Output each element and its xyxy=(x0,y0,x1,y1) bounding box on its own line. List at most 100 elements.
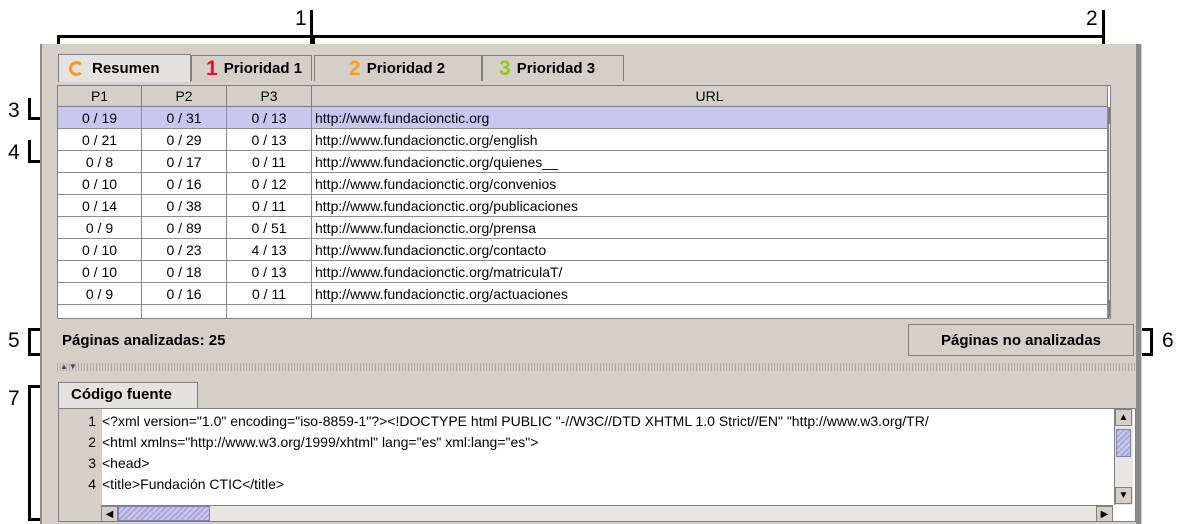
callout-7: 7 xyxy=(8,387,20,410)
cell-p2: 0 / 16 xyxy=(142,283,227,305)
cell-url: http://www.fundacionctic.org/quienes__ xyxy=(312,151,1108,173)
scroll-right-button[interactable]: ▶ xyxy=(1096,506,1113,521)
line-text: <html xmlns="http://www.w3.org/1999/xhtm… xyxy=(102,434,539,450)
cell-url: http://www.fundacionctic.org/publicacion… xyxy=(312,195,1108,217)
scroll-thumb[interactable] xyxy=(1110,125,1111,193)
cell-p1: 0 / 19 xyxy=(58,107,142,129)
pages-analyzed-label: Páginas analizadas: 25 xyxy=(62,332,226,349)
table-row[interactable]: 0 / 8 0 / 17 0 / 11 http://www.fundacion… xyxy=(58,151,1110,173)
code-line: 1 <?xml version="1.0" encoding="iso-8859… xyxy=(59,411,1099,432)
cell-p1: 0 / 10 xyxy=(58,261,142,283)
split-pane-divider[interactable] xyxy=(57,363,1136,371)
cell-p2: 0 / 31 xyxy=(142,107,227,129)
cell-p2: 0 / 16 xyxy=(142,173,227,195)
cell-p2: 0 / 89 xyxy=(142,217,227,239)
line-number: 1 xyxy=(88,413,96,429)
code-vertical-scrollbar[interactable]: ▲ ▼ xyxy=(1114,409,1133,505)
cell-p3: 0 / 11 xyxy=(227,195,312,217)
priority-1-number: 1 xyxy=(206,57,218,80)
cell-p2 xyxy=(142,305,227,318)
table-row[interactable]: 0 / 9 0 / 16 0 / 11 http://www.fundacion… xyxy=(58,283,1110,305)
column-header-url[interactable]: URL xyxy=(312,86,1108,107)
scroll-thumb[interactable] xyxy=(1116,429,1131,457)
line-number: 2 xyxy=(88,434,96,450)
column-header-p3[interactable]: P3 xyxy=(227,86,312,107)
cell-url: http://www.fundacionctic.org/convenios xyxy=(312,173,1108,195)
cell-url: http://www.fundacionctic.org xyxy=(312,107,1108,129)
scroll-up-button[interactable]: ▲ xyxy=(1109,107,1110,124)
cell-p3: 0 / 13 xyxy=(227,129,312,151)
line-text: <?xml version="1.0" encoding="iso-8859-1… xyxy=(102,413,929,429)
table-row[interactable]: 0 / 9 0 / 89 0 / 51 http://www.fundacion… xyxy=(58,217,1110,239)
callout-2-stem xyxy=(1102,10,1105,36)
cell-p2: 0 / 17 xyxy=(142,151,227,173)
scroll-left-button[interactable]: ◀ xyxy=(101,506,118,521)
tab-resumen[interactable]: Resumen xyxy=(58,54,191,82)
tab-prioridad-3[interactable]: 3 Prioridad 3 xyxy=(482,55,624,81)
tab-label: Prioridad 2 xyxy=(366,60,446,77)
callout-5-bracket xyxy=(28,328,31,356)
cell-url: http://www.fundacionctic.org/actuaciones xyxy=(312,283,1108,305)
tab-prioridad-1[interactable]: 1 Prioridad 1 xyxy=(191,55,312,81)
scroll-down-button[interactable]: ▼ xyxy=(1115,487,1132,504)
table-row[interactable]: 0 / 21 0 / 29 0 / 13 http://www.fundacio… xyxy=(58,129,1110,151)
callout-4-stem xyxy=(28,140,31,162)
priority-3-number: 3 xyxy=(499,57,511,80)
cell-p3: 0 / 11 xyxy=(227,151,312,173)
tab-codigo-fuente[interactable]: Código fuente xyxy=(58,382,198,408)
table-row[interactable]: 0 / 10 0 / 18 0 / 13 http://www.fundacio… xyxy=(58,261,1110,283)
cell-p3: 0 / 13 xyxy=(227,107,312,129)
table-vertical-scrollbar[interactable]: ▲ ▼ xyxy=(1108,107,1111,318)
refresh-icon xyxy=(69,61,84,76)
table-row[interactable]: 0 / 10 0 / 16 0 / 12 http://www.fundacio… xyxy=(58,173,1110,195)
cell-url: http://www.fundacionctic.org/english xyxy=(312,129,1108,151)
column-header-p1[interactable]: P1 xyxy=(58,86,142,107)
tab-prioridad-2[interactable]: 2 Prioridad 2 xyxy=(314,55,482,81)
cell-url: http://www.fundacionctic.org/matriculaT/ xyxy=(312,261,1108,283)
cell-p1: 0 / 9 xyxy=(58,217,142,239)
callout-2-bracket xyxy=(312,35,1105,38)
cell-p3: 4 / 13 xyxy=(227,239,312,261)
callout-5: 5 xyxy=(8,329,20,352)
tab-label: Prioridad 1 xyxy=(223,60,303,77)
scroll-up-button[interactable]: ▲ xyxy=(1115,409,1132,426)
table-row[interactable]: 0 / 14 0 / 38 0 / 11 http://www.fundacio… xyxy=(58,195,1110,217)
split-arrows-icon[interactable]: ▲▼ xyxy=(60,362,78,371)
cell-p3: 0 / 51 xyxy=(227,217,312,239)
line-number: 3 xyxy=(88,455,96,471)
cell-p1: 0 / 10 xyxy=(58,173,142,195)
cell-p3: 0 / 12 xyxy=(227,173,312,195)
line-number: 4 xyxy=(88,476,96,492)
tab-label: Prioridad 3 xyxy=(516,60,596,77)
table-row[interactable]: 0 / 10 0 / 23 4 / 13 http://www.fundacio… xyxy=(58,239,1110,261)
line-text: <head> xyxy=(102,455,150,471)
callout-6: 6 xyxy=(1162,329,1174,352)
scroll-thumb[interactable] xyxy=(118,506,210,521)
cell-url: http://www.fundacionctic.org/contacto xyxy=(312,239,1108,261)
code-horizontal-scrollbar[interactable]: ◀ ▶ xyxy=(101,505,1113,521)
scroll-down-button[interactable]: ▼ xyxy=(1109,300,1110,317)
code-line: 3 <head> xyxy=(59,453,1099,474)
tab-label: Resumen xyxy=(92,60,160,77)
code-line: 4 <title>Fundación CTIC</title> xyxy=(59,474,1099,495)
cell-p1: 0 / 10 xyxy=(58,239,142,261)
cell-p2: 0 / 29 xyxy=(142,129,227,151)
cell-p2: 0 / 38 xyxy=(142,195,227,217)
cell-p1: 0 / 8 xyxy=(58,151,142,173)
table-row-partial[interactable] xyxy=(58,305,1110,318)
cell-url xyxy=(312,305,1108,318)
cell-p1: 0 / 21 xyxy=(58,129,142,151)
callout-2: 2 xyxy=(1086,7,1098,30)
line-text: <title>Fundación CTIC</title> xyxy=(102,476,285,492)
cell-p1: 0 / 9 xyxy=(58,283,142,305)
cell-p3: 0 / 13 xyxy=(227,261,312,283)
code-line: 2 <html xmlns="http://www.w3.org/1999/xh… xyxy=(59,432,1099,453)
priority-2-number: 2 xyxy=(349,57,361,80)
cell-p1 xyxy=(58,305,142,318)
pages-not-analyzed-button[interactable]: Páginas no analizadas xyxy=(908,324,1134,356)
cell-url: http://www.fundacionctic.org/prensa xyxy=(312,217,1108,239)
table-row[interactable]: 0 / 19 0 / 31 0 / 13 http://www.fundacio… xyxy=(58,107,1110,129)
column-header-p2[interactable]: P2 xyxy=(142,86,227,107)
callout-1: 1 xyxy=(295,7,307,30)
source-code-pane: 1 <?xml version="1.0" encoding="iso-8859… xyxy=(58,408,1136,522)
